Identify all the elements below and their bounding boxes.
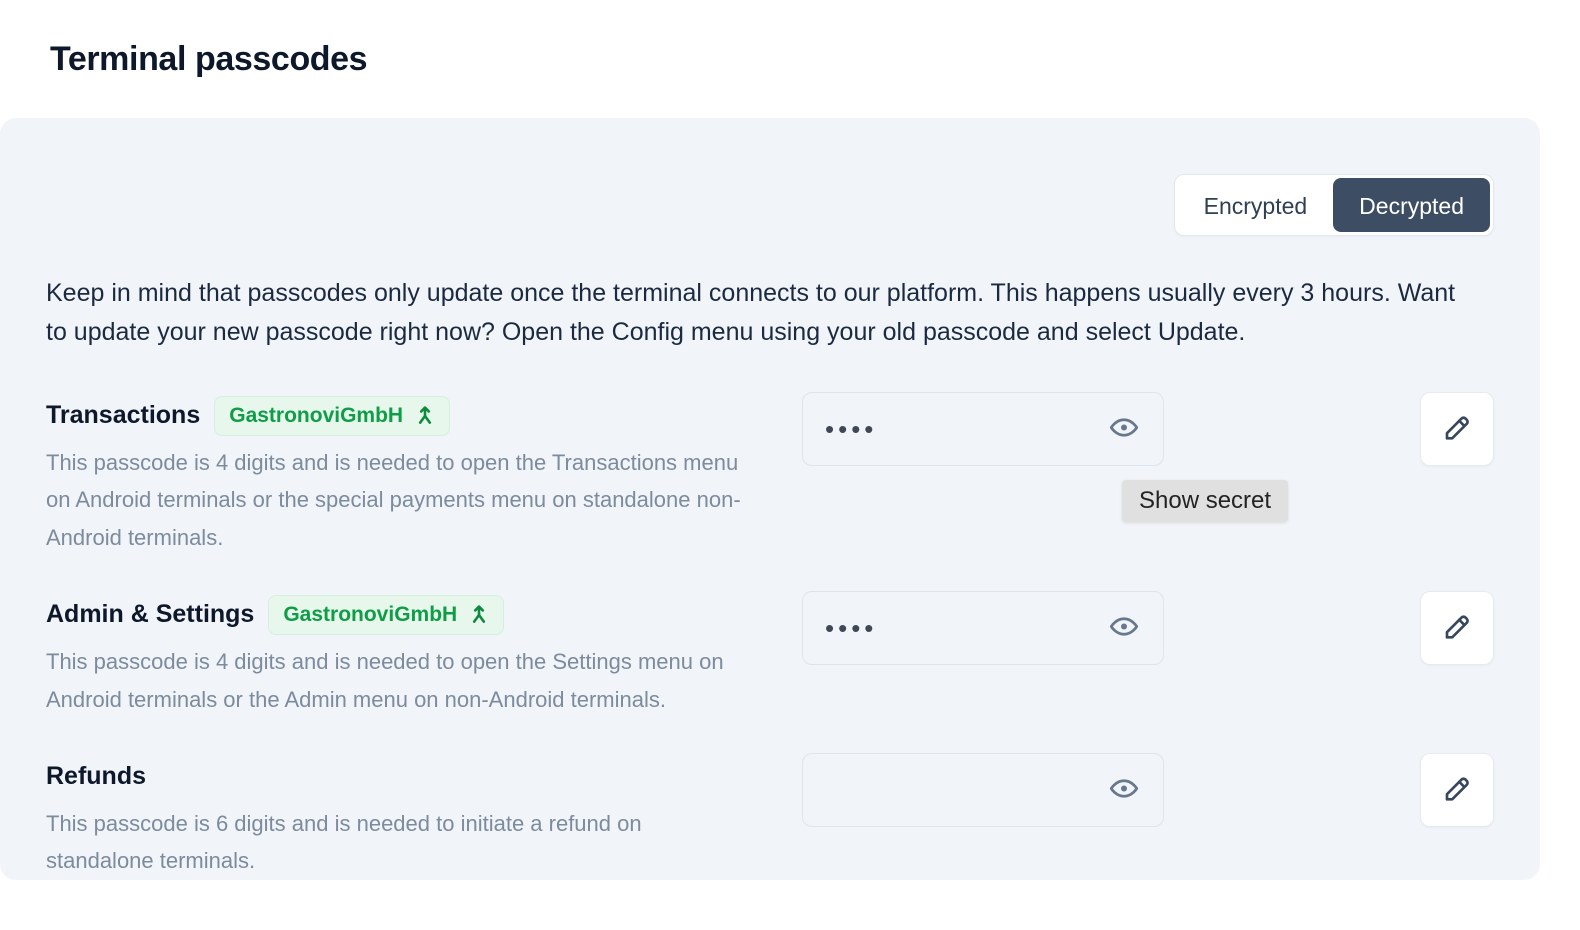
eye-icon <box>1109 412 1139 445</box>
row-edit-wrap <box>1164 391 1494 466</box>
passcode-input-wrap: •••• <box>802 590 1164 665</box>
pencil-icon <box>1441 772 1473 807</box>
encryption-toggle-row: Encrypted Decrypted <box>46 118 1494 236</box>
passcode-rows: Transactions GastronoviGmbH This passcod… <box>46 391 1494 881</box>
row-edit-wrap <box>1164 752 1494 827</box>
eye-icon <box>1109 611 1139 644</box>
row-header: Transactions GastronoviGmbH <box>46 395 788 436</box>
terminal-passcodes-page: Terminal passcodes Encrypted Decrypted K… <box>0 0 1580 930</box>
row-description: This passcode is 4 digits and is needed … <box>46 648 724 712</box>
passcode-input[interactable] <box>802 752 1164 827</box>
eye-icon <box>1109 773 1139 806</box>
edit-passcode-button[interactable] <box>1420 391 1494 466</box>
passcodes-panel: Encrypted Decrypted Keep in mind that pa… <box>0 118 1540 880</box>
tab-encrypted[interactable]: Encrypted <box>1178 178 1334 232</box>
encryption-segmented-control[interactable]: Encrypted Decrypted <box>1173 174 1494 236</box>
pencil-icon <box>1441 411 1473 446</box>
passcode-input[interactable]: •••• <box>802 590 1164 665</box>
show-secret-button[interactable] <box>1105 607 1143 648</box>
row-info: Transactions GastronoviGmbH This passcod… <box>46 392 788 557</box>
passcode-input-wrap <box>802 752 1164 827</box>
badge-label: GastronoviGmbH <box>283 602 458 626</box>
tab-decrypted[interactable]: Decrypted <box>1333 178 1490 232</box>
row-title: Admin & Settings <box>46 600 255 629</box>
passcode-row-transactions: Transactions GastronoviGmbH This passcod… <box>46 391 1494 557</box>
show-secret-button[interactable] <box>1105 769 1143 810</box>
edit-passcode-button[interactable] <box>1420 752 1494 827</box>
row-description: This passcode is 4 digits and is needed … <box>46 449 741 551</box>
edit-passcode-button[interactable] <box>1420 590 1494 665</box>
merge-arrow-icon <box>415 405 435 427</box>
show-secret-button[interactable] <box>1105 408 1143 449</box>
masked-passcode-value: •••• <box>825 612 878 643</box>
passcode-row-refunds: Refunds This passcode is 6 digits and is… <box>46 752 1494 881</box>
inheritance-badge: GastronoviGmbH <box>214 395 451 436</box>
page-header: Terminal passcodes <box>0 0 1580 118</box>
row-info: Admin & Settings GastronoviGmbH This pas… <box>46 591 788 719</box>
intro-text: Keep in mind that passcodes only update … <box>46 279 1456 346</box>
page-title: Terminal passcodes <box>50 39 368 78</box>
pencil-icon <box>1441 610 1473 645</box>
show-secret-tooltip: Show secret <box>1122 479 1289 522</box>
row-header: Refunds <box>46 757 788 797</box>
inheritance-badge: GastronoviGmbH <box>268 594 505 635</box>
merge-arrow-icon <box>469 604 489 626</box>
row-title: Transactions <box>46 401 201 429</box>
passcode-row-admin-settings: Admin & Settings GastronoviGmbH This pas… <box>46 590 1494 719</box>
row-info: Refunds This passcode is 6 digits and is… <box>46 753 788 881</box>
row-title: Refunds <box>46 762 146 791</box>
badge-label: GastronoviGmbH <box>229 403 404 427</box>
masked-passcode-value: •••• <box>825 413 878 444</box>
passcode-input[interactable]: •••• <box>802 391 1164 466</box>
row-edit-wrap <box>1164 590 1494 665</box>
row-description: This passcode is 6 digits and is needed … <box>46 810 642 874</box>
passcode-input-wrap: •••• Show secret <box>802 391 1289 522</box>
row-header: Admin & Settings GastronoviGmbH <box>46 594 788 635</box>
